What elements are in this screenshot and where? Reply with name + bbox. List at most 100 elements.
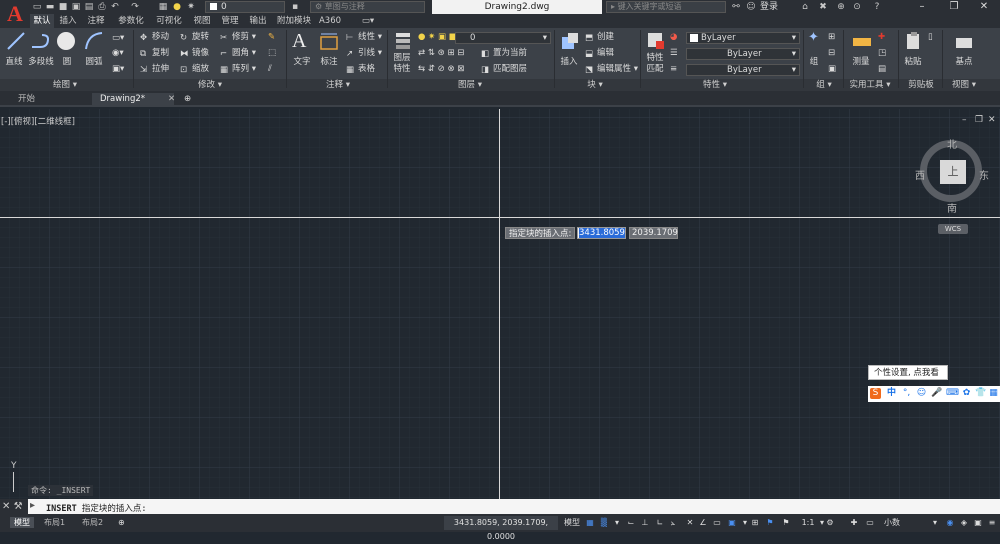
close-button[interactable]: ✕ bbox=[972, 0, 996, 14]
edit-block-tool[interactable]: ⬓ 编辑 bbox=[585, 48, 614, 59]
units-value[interactable]: 小数 bbox=[880, 517, 904, 529]
id-point-icon[interactable]: ◳ bbox=[878, 48, 886, 59]
tab-annotate[interactable]: 注释 bbox=[84, 14, 108, 28]
tab-output[interactable]: 输出 bbox=[246, 14, 270, 28]
circle-icon[interactable] bbox=[56, 31, 76, 51]
wrench-icon[interactable]: ⚒ bbox=[14, 501, 23, 512]
osnap-icon[interactable]: ▭ bbox=[712, 517, 722, 529]
erase-icon[interactable]: ✎ bbox=[268, 32, 275, 43]
command-line-controls[interactable]: ✕ ⚒ bbox=[0, 499, 28, 514]
tools-icon[interactable]: ✿ bbox=[961, 388, 972, 399]
units-icon[interactable]: ▭ bbox=[864, 517, 876, 529]
ime-lang-toggle[interactable]: 中 bbox=[886, 388, 897, 399]
viewport-minimize-icon[interactable]: – bbox=[962, 115, 967, 125]
login-button[interactable]: 登录 bbox=[760, 1, 778, 13]
arc-icon[interactable] bbox=[84, 31, 104, 51]
offset-icon[interactable]: ⫽ bbox=[268, 64, 272, 75]
groups-panel-title[interactable]: 组 ▾ bbox=[812, 79, 836, 91]
restore-button[interactable]: ❐ bbox=[942, 0, 966, 14]
lineweight-toggle-icon[interactable]: ▣ bbox=[726, 517, 738, 529]
dimension-icon[interactable] bbox=[318, 32, 340, 52]
fillet-tool[interactable]: ⌐ 圆角 ▾ bbox=[220, 48, 256, 59]
arc-button-label[interactable]: 圆弧 bbox=[82, 55, 106, 67]
new-tab-plus-icon[interactable]: ⊕ bbox=[176, 93, 199, 107]
hatch-icon[interactable]: ◉▾ bbox=[112, 48, 124, 59]
properties-panel-title[interactable]: 特性 ▾ bbox=[700, 79, 730, 91]
isolate-objects-icon[interactable]: ◈ bbox=[958, 517, 970, 529]
utilities-panel-title[interactable]: 实用工具 ▾ bbox=[845, 79, 895, 91]
open-file-icon[interactable]: ▬ bbox=[45, 2, 55, 12]
a360-icon[interactable]: ⊕ bbox=[836, 2, 846, 12]
tab-visualize[interactable]: 可视化 bbox=[152, 14, 186, 28]
workspace-dropdown[interactable]: ⚙ 草图与注释 bbox=[310, 1, 425, 13]
save-icon[interactable]: ■ bbox=[58, 2, 68, 12]
annotation-scale[interactable]: 1:1 bbox=[798, 517, 818, 529]
create-block-tool[interactable]: ⬒ 创建 bbox=[585, 32, 614, 43]
group-tools-icon[interactable]: ⊞ bbox=[828, 32, 835, 43]
file-tab-start[interactable]: 开始 bbox=[10, 93, 90, 107]
insert-block-icon[interactable] bbox=[560, 31, 580, 51]
text-icon[interactable]: A bbox=[292, 30, 312, 54]
ungroup-icon[interactable]: ⊟ bbox=[828, 48, 835, 59]
base-button-label[interactable]: 基点 bbox=[952, 55, 976, 67]
lineweight-dropdown[interactable]: ByLayer ▾ bbox=[686, 64, 800, 76]
save-small-icon[interactable]: ▪ bbox=[290, 2, 300, 12]
tab-default[interactable]: 默认 bbox=[30, 14, 54, 28]
viewport-close-icon[interactable]: ✕ bbox=[988, 115, 996, 125]
measure-button-label[interactable]: 测量 bbox=[849, 55, 873, 67]
quick-select-icon[interactable]: ▤ bbox=[878, 64, 886, 75]
group-button-label[interactable]: 组 bbox=[806, 55, 822, 67]
tab-manage[interactable]: 管理 bbox=[218, 14, 242, 28]
insert-button-label[interactable]: 插入 bbox=[557, 55, 581, 67]
match-layer-tool[interactable]: ◨ 匹配图层 bbox=[481, 64, 527, 75]
command-prompt-text[interactable]: INSERT 指定块的插入点: bbox=[46, 502, 146, 514]
auto-scale-icon[interactable]: ⚑ bbox=[780, 517, 792, 529]
bulb-icon[interactable]: ● bbox=[172, 2, 182, 12]
stretch-tool[interactable]: ⇲ 拉伸 bbox=[140, 64, 169, 75]
add-layout-plus-icon[interactable]: ⊕ bbox=[114, 517, 129, 528]
print-icon[interactable]: ⎙ bbox=[97, 2, 107, 12]
region-icon[interactable]: ▣▾ bbox=[112, 64, 124, 75]
tab-insert[interactable]: 插入 bbox=[56, 14, 80, 28]
text-button-label[interactable]: 文字 bbox=[291, 55, 313, 67]
array-tool[interactable]: ▦ 阵列 ▾ bbox=[220, 64, 256, 75]
keyboard-icon[interactable]: ⌨ bbox=[946, 388, 959, 399]
scale-tool[interactable]: ⊡ 缩放 bbox=[180, 64, 209, 75]
menu-grid-icon[interactable]: ▦ bbox=[988, 388, 999, 399]
copy-tool[interactable]: ⧉ 复制 bbox=[140, 48, 169, 59]
modify-panel-title[interactable]: 修改 ▾ bbox=[190, 79, 230, 91]
layer-properties-label[interactable]: 图层 特性 bbox=[390, 53, 414, 75]
new-file-icon[interactable]: ▭ bbox=[32, 2, 42, 12]
autocad-logo[interactable]: A bbox=[0, 0, 30, 30]
layer-tools-row2-icon[interactable]: ⇆ ⇵ ⊘ ⊗ ⊠ bbox=[418, 64, 464, 75]
lineweight-icon[interactable]: ≡ bbox=[670, 64, 677, 75]
annotation-visibility-icon[interactable]: ⚑ bbox=[764, 517, 776, 529]
redo-icon[interactable]: ↷ bbox=[130, 2, 140, 12]
linear-tool[interactable]: ⊢ 线性 ▾ bbox=[346, 32, 382, 43]
snap-toggle-icon[interactable]: ▒ bbox=[598, 517, 610, 529]
viewcube-south[interactable]: 南 bbox=[947, 200, 957, 215]
minimize-button[interactable]: – bbox=[910, 0, 934, 14]
cart-icon[interactable]: ⌂ bbox=[800, 2, 810, 12]
line-button-label[interactable]: 直线 bbox=[2, 55, 26, 67]
layout-tab-model[interactable]: 模型 bbox=[10, 517, 34, 528]
microphone-icon[interactable]: 🎤 bbox=[931, 388, 942, 399]
units-chevron-icon[interactable]: ▾ bbox=[930, 517, 940, 529]
explode-icon[interactable]: ⬚ bbox=[268, 48, 276, 59]
tab-options-icon[interactable]: ▭▾ bbox=[358, 14, 378, 28]
viewport-restore-icon[interactable]: ❐ bbox=[975, 115, 983, 125]
tab-view[interactable]: 视图 bbox=[190, 14, 214, 28]
rotate-tool[interactable]: ↻ 旋转 bbox=[180, 32, 209, 43]
viewcube-west[interactable]: 西 bbox=[915, 167, 925, 182]
edit-attributes-tool[interactable]: ⬔ 编辑属性 ▾ bbox=[585, 64, 638, 75]
tab-parametric[interactable]: 参数化 bbox=[114, 14, 148, 28]
quick-properties-icon[interactable]: ◉ bbox=[944, 517, 956, 529]
isodraft-icon[interactable]: ✕ bbox=[684, 517, 696, 529]
mirror-tool[interactable]: ⧓ 镜像 bbox=[180, 48, 209, 59]
match-properties-label[interactable]: 特性 匹配 bbox=[642, 53, 668, 75]
sogou-logo-icon[interactable]: S bbox=[870, 388, 881, 399]
table-tool[interactable]: ▦ 表格 bbox=[346, 64, 375, 75]
dynamic-input-y-field[interactable]: 2039.1709 bbox=[629, 227, 678, 239]
sun-icon[interactable]: ✷ bbox=[186, 2, 196, 12]
polyline-button-label[interactable]: 多段线 bbox=[25, 55, 57, 67]
